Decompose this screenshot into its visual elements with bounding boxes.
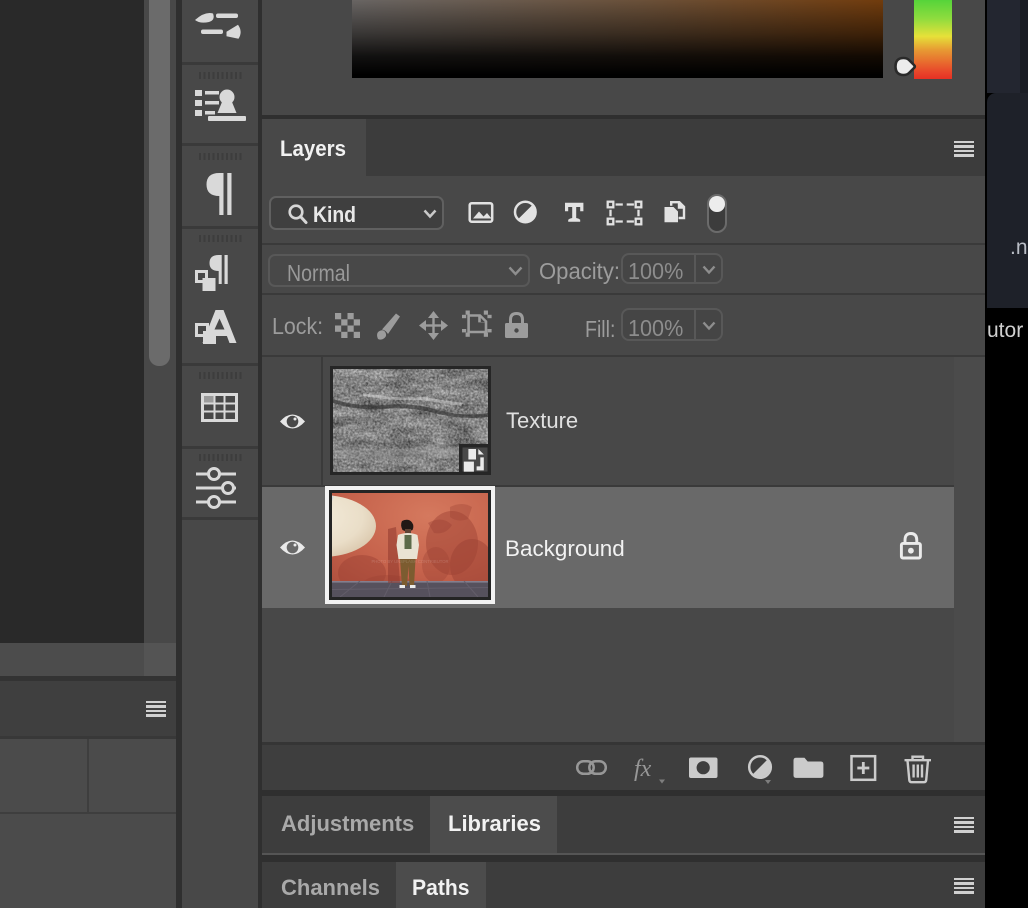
svg-text:fx: fx: [634, 756, 652, 782]
svg-text:PHOTO BY UNSPLASH CONTRIBUTOR: PHOTO BY UNSPLASH CONTRIBUTOR: [371, 559, 448, 564]
